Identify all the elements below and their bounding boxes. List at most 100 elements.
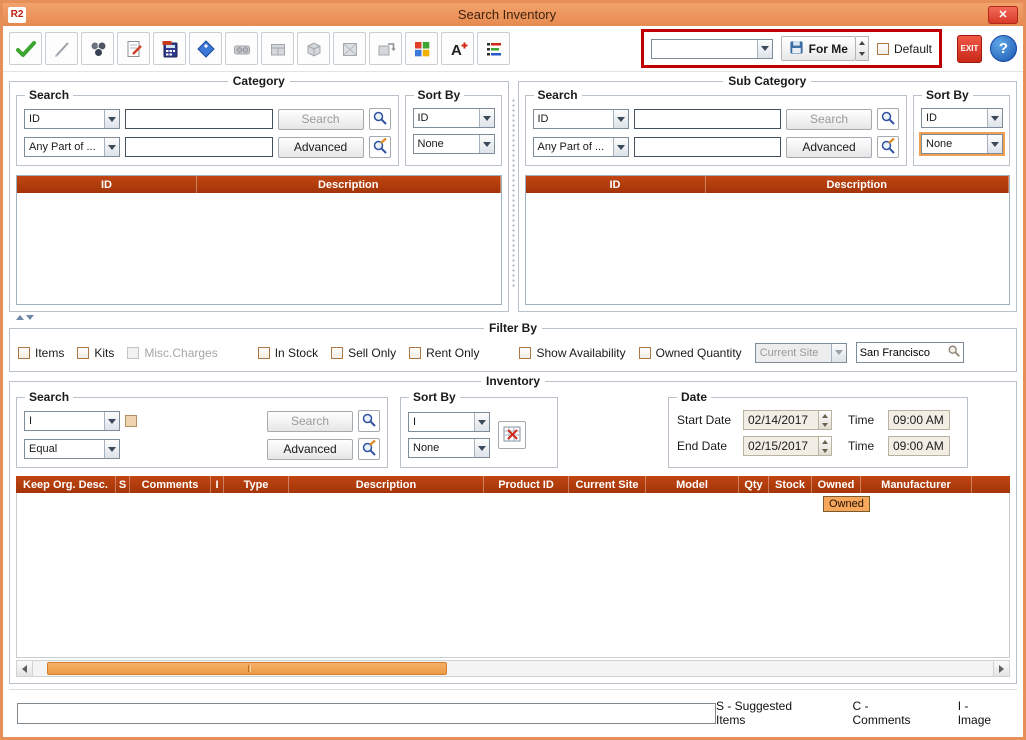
approve-button[interactable]: [9, 32, 42, 65]
checkbox-kits[interactable]: Kits: [77, 346, 114, 360]
checkbox-in-stock[interactable]: In Stock: [258, 346, 318, 360]
inventory-table-body[interactable]: Owned: [16, 493, 1010, 658]
chevron-down-icon[interactable]: [104, 110, 119, 128]
checkbox-show-availability[interactable]: Show Availability: [519, 346, 625, 360]
default-checkbox[interactable]: [877, 43, 889, 55]
splitter-collapse-up-icon[interactable]: [16, 315, 24, 320]
package-arrow-button[interactable]: [369, 32, 402, 65]
edit-note-button[interactable]: [117, 32, 150, 65]
end-date-field[interactable]: 02/15/2017: [743, 436, 819, 456]
category-field-combobox[interactable]: ID: [24, 109, 120, 129]
color-grid-button[interactable]: [405, 32, 438, 65]
subcategory-search-input[interactable]: [634, 109, 782, 129]
category-quick-search-button[interactable]: [369, 108, 391, 130]
chevron-down-icon[interactable]: [104, 440, 119, 458]
projector-button[interactable]: [225, 32, 258, 65]
in-stock-checkbox[interactable]: [258, 347, 270, 359]
column-header-i[interactable]: I: [211, 476, 224, 493]
vertical-splitter[interactable]: [509, 74, 518, 312]
sell-only-checkbox[interactable]: [331, 347, 343, 359]
subcategory-field-combobox[interactable]: ID: [533, 109, 629, 129]
default-checkbox-group[interactable]: Default: [877, 42, 932, 56]
splitter-collapse-down-icon[interactable]: [26, 315, 34, 320]
exit-button[interactable]: EXIT: [957, 35, 982, 63]
checkbox-rent-only[interactable]: Rent Only: [409, 346, 479, 360]
carton-button[interactable]: [297, 32, 330, 65]
start-date-field[interactable]: 02/14/2017: [743, 410, 819, 430]
column-header-keep-org-desc[interactable]: Keep Org. Desc.: [16, 476, 116, 493]
spinner-down-icon[interactable]: [819, 420, 831, 429]
site-search-input[interactable]: [857, 347, 945, 359]
inventory-field-combobox[interactable]: I: [24, 411, 120, 431]
start-date-spinner[interactable]: [819, 410, 832, 430]
column-header-qty[interactable]: Qty: [739, 476, 769, 493]
column-header-manufacturer[interactable]: Manufacturer: [861, 476, 972, 493]
availability-grid-button[interactable]: [498, 421, 526, 449]
subcategory-advanced-button[interactable]: Advanced: [786, 137, 872, 158]
inventory-advanced-search-button[interactable]: [358, 438, 380, 460]
close-button[interactable]: ✕: [988, 6, 1018, 24]
category-advanced-search-button[interactable]: [369, 136, 391, 158]
magnifier-icon[interactable]: [945, 344, 963, 361]
checkbox-items[interactable]: Items: [18, 346, 64, 360]
asset-calculator-button[interactable]: [153, 32, 186, 65]
subcategory-sort-secondary-combobox[interactable]: None: [921, 134, 1003, 154]
scroll-right-button[interactable]: [993, 661, 1009, 676]
draw-line-button[interactable]: [45, 32, 78, 65]
column-header-model[interactable]: Model: [646, 476, 739, 493]
inventory-operator-combobox[interactable]: Equal: [24, 439, 120, 459]
subcategory-match-combobox[interactable]: Any Part of ...: [533, 137, 629, 157]
chevron-down-icon[interactable]: [613, 138, 628, 156]
column-header-comments[interactable]: Comments: [130, 476, 211, 493]
package-button[interactable]: [261, 32, 294, 65]
column-header-stock[interactable]: Stock: [769, 476, 812, 493]
category-column-header-id[interactable]: ID: [17, 176, 197, 193]
for-me-button[interactable]: For Me: [781, 36, 856, 61]
price-tag-button[interactable]: [189, 32, 222, 65]
site-search-field[interactable]: [856, 342, 964, 363]
chevron-down-icon[interactable]: [104, 412, 119, 430]
crate-button[interactable]: [333, 32, 366, 65]
for-me-spinner[interactable]: [856, 36, 869, 61]
start-time-field[interactable]: 09:00 AM: [888, 410, 950, 430]
category-column-header-description[interactable]: Description: [197, 176, 501, 193]
subcategory-advanced-search-button[interactable]: [877, 136, 899, 158]
font-style-button[interactable]: A: [441, 32, 474, 65]
spinner-down-icon[interactable]: [856, 49, 868, 61]
chevron-down-icon[interactable]: [479, 135, 494, 153]
inventory-search-option-checkbox[interactable]: [125, 415, 137, 427]
subcategory-advanced-input[interactable]: [634, 137, 782, 157]
category-sort-primary-combobox[interactable]: ID: [413, 108, 495, 128]
help-button[interactable]: ?: [990, 35, 1017, 62]
inventory-advanced-button[interactable]: Advanced: [267, 439, 353, 460]
chevron-down-icon[interactable]: [613, 110, 628, 128]
chevron-down-icon[interactable]: [987, 135, 1002, 153]
chevron-down-icon[interactable]: [757, 40, 772, 58]
category-match-combobox[interactable]: Any Part of ...: [24, 137, 120, 157]
column-header-owned[interactable]: Owned: [812, 476, 861, 493]
kits-checkbox[interactable]: [77, 347, 89, 359]
subcategory-quick-search-button[interactable]: [877, 108, 899, 130]
inventory-sort-secondary-combobox[interactable]: None: [408, 438, 490, 458]
end-date-spinner[interactable]: [819, 436, 832, 456]
view-combobox[interactable]: [651, 39, 773, 59]
inventory-sort-primary-combobox[interactable]: I: [408, 412, 490, 432]
show-availability-checkbox[interactable]: [519, 347, 531, 359]
subcategory-column-header-description[interactable]: Description: [706, 176, 1010, 193]
column-header-s[interactable]: S: [116, 476, 130, 493]
subcategory-table-body[interactable]: [526, 193, 1010, 304]
scrollbar-thumb[interactable]: [47, 662, 447, 675]
category-search-button[interactable]: Search: [278, 109, 364, 130]
horizontal-scrollbar[interactable]: [16, 660, 1010, 677]
column-header-product-id[interactable]: Product ID: [484, 476, 569, 493]
inventory-search-button[interactable]: Search: [267, 411, 353, 432]
checkbox-sell-only[interactable]: Sell Only: [331, 346, 396, 360]
chevron-down-icon[interactable]: [479, 109, 494, 127]
scroll-left-button[interactable]: [17, 661, 33, 676]
rent-only-checkbox[interactable]: [409, 347, 421, 359]
spinner-down-icon[interactable]: [819, 446, 831, 455]
sort-lines-button[interactable]: [477, 32, 510, 65]
column-header-type[interactable]: Type: [224, 476, 289, 493]
end-time-field[interactable]: 09:00 AM: [888, 436, 950, 456]
owned-quantity-checkbox[interactable]: [639, 347, 651, 359]
